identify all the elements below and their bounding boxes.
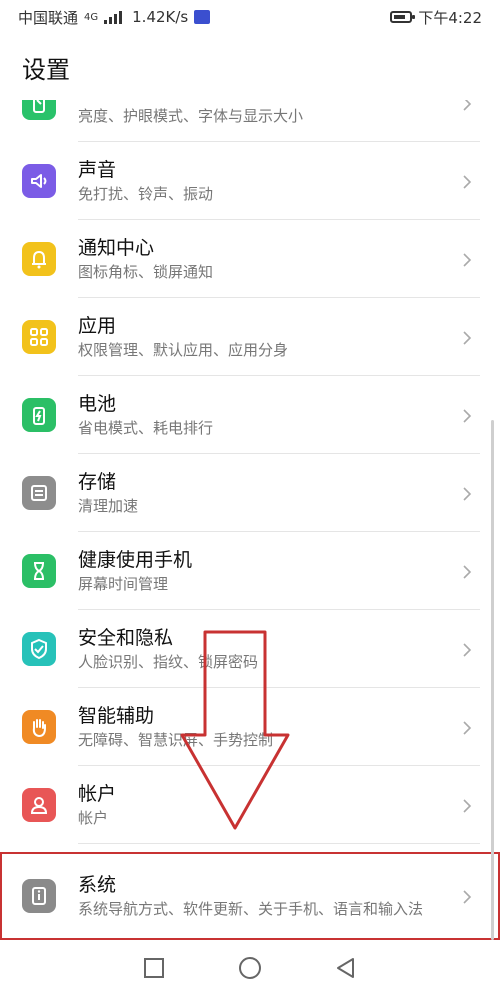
settings-item-title: 系统 — [78, 874, 117, 896]
shield-icon — [22, 632, 56, 666]
settings-item-6[interactable]: 健康使用手机屏幕时间管理 — [0, 532, 500, 610]
settings-item-text: 通知中心图标角标、锁屏通知 — [78, 235, 440, 283]
clock: 下午4:22 — [418, 8, 482, 27]
hourglass-icon — [22, 554, 56, 588]
chevron-right-icon — [460, 564, 474, 579]
page-title: 设置 — [0, 34, 500, 100]
settings-item-5[interactable]: 存储 清理加速 — [0, 454, 500, 532]
settings-item-subtitle: 清理加速 — [78, 497, 139, 515]
status-bar: 中国联通 4G 1.42K/s 下午4:22 — [0, 0, 500, 34]
settings-item-title: 健康使用手机 — [78, 549, 193, 571]
notification-app-icon — [194, 10, 211, 24]
storage-icon — [22, 476, 56, 510]
settings-item-text: 健康使用手机屏幕时间管理 — [78, 547, 440, 595]
account-icon — [22, 788, 56, 822]
settings-item-4[interactable]: 电池省电模式、耗电排行 — [0, 376, 500, 454]
settings-item-text: 电池省电模式、耗电排行 — [78, 391, 440, 439]
status-right: 下午4:22 — [390, 7, 482, 28]
navigation-bar — [0, 940, 500, 1000]
network-type: 4G — [84, 11, 99, 23]
chevron-right-icon — [460, 486, 474, 501]
signal-icon — [104, 10, 126, 24]
settings-item-title: 应用 — [78, 315, 117, 337]
settings-item-subtitle: 系统导航方式、软件更新、关于手机、语言和输入法 — [78, 900, 424, 918]
settings-item-title: 存储 — [78, 471, 117, 493]
recent-apps-button[interactable] — [141, 955, 167, 985]
settings-item-title: 通知中心 — [78, 237, 155, 259]
sound-icon — [22, 164, 56, 198]
settings-item-10[interactable]: 系统系统导航方式、软件更新、关于手机、语言和输入法 — [0, 852, 500, 940]
settings-item-text: 系统系统导航方式、软件更新、关于手机、语言和输入法 — [78, 872, 440, 920]
settings-item-title: 声音 — [78, 159, 117, 181]
settings-item-subtitle: 屏幕时间管理 — [78, 575, 169, 593]
battery-icon — [22, 398, 56, 432]
settings-item-3[interactable]: 应用权限管理、默认应用、应用分身 — [0, 298, 500, 376]
settings-item-subtitle: 图标角标、锁屏通知 — [78, 263, 214, 281]
bell-icon — [22, 242, 56, 276]
chevron-right-icon — [460, 408, 474, 423]
apps-icon — [22, 320, 56, 354]
settings-item-2[interactable]: 通知中心图标角标、锁屏通知 — [0, 220, 500, 298]
settings-item-0[interactable]: 显示亮度、护眼模式、字体与显示大小 — [0, 100, 500, 142]
status-left: 中国联通 4G 1.42K/s — [18, 7, 211, 28]
chevron-right-icon — [460, 798, 474, 813]
settings-item-text: 应用权限管理、默认应用、应用分身 — [78, 313, 440, 361]
network-speed: 1.42K/s — [132, 8, 189, 26]
chevron-right-icon — [460, 174, 474, 189]
scrollbar[interactable] — [491, 420, 494, 940]
chevron-right-icon — [460, 889, 474, 904]
system-info-icon — [22, 879, 56, 913]
square-icon — [144, 958, 164, 978]
battery-icon — [390, 11, 416, 23]
chevron-right-icon — [460, 720, 474, 735]
carrier-label: 中国联通 — [18, 8, 79, 27]
chevron-right-icon — [460, 330, 474, 345]
settings-item-1[interactable]: 声音免打扰、铃声、振动 — [0, 142, 500, 220]
chevron-right-icon — [460, 642, 474, 657]
settings-item-subtitle: 省电模式、耗电排行 — [78, 419, 214, 437]
circle-icon — [239, 957, 261, 979]
settings-item-text: 声音免打扰、铃声、振动 — [78, 157, 440, 205]
settings-item-title: 电池 — [78, 393, 117, 415]
annotation-arrow — [180, 630, 290, 830]
hand-icon — [22, 710, 56, 744]
back-button[interactable] — [333, 955, 359, 985]
divider — [78, 843, 480, 844]
settings-item-text: 显示亮度、护眼模式、字体与显示大小 — [78, 100, 440, 127]
settings-item-text: 存储 清理加速 — [78, 469, 440, 517]
settings-item-subtitle: 免打扰、铃声、振动 — [78, 185, 214, 203]
settings-item-subtitle: 亮度、护眼模式、字体与显示大小 — [78, 107, 304, 125]
chevron-right-icon — [460, 252, 474, 267]
settings-item-subtitle: 权限管理、默认应用、应用分身 — [78, 341, 289, 359]
chevron-right-icon — [460, 100, 474, 111]
display-icon — [22, 100, 56, 120]
home-button[interactable] — [237, 955, 263, 985]
triangle-icon — [337, 958, 354, 978]
